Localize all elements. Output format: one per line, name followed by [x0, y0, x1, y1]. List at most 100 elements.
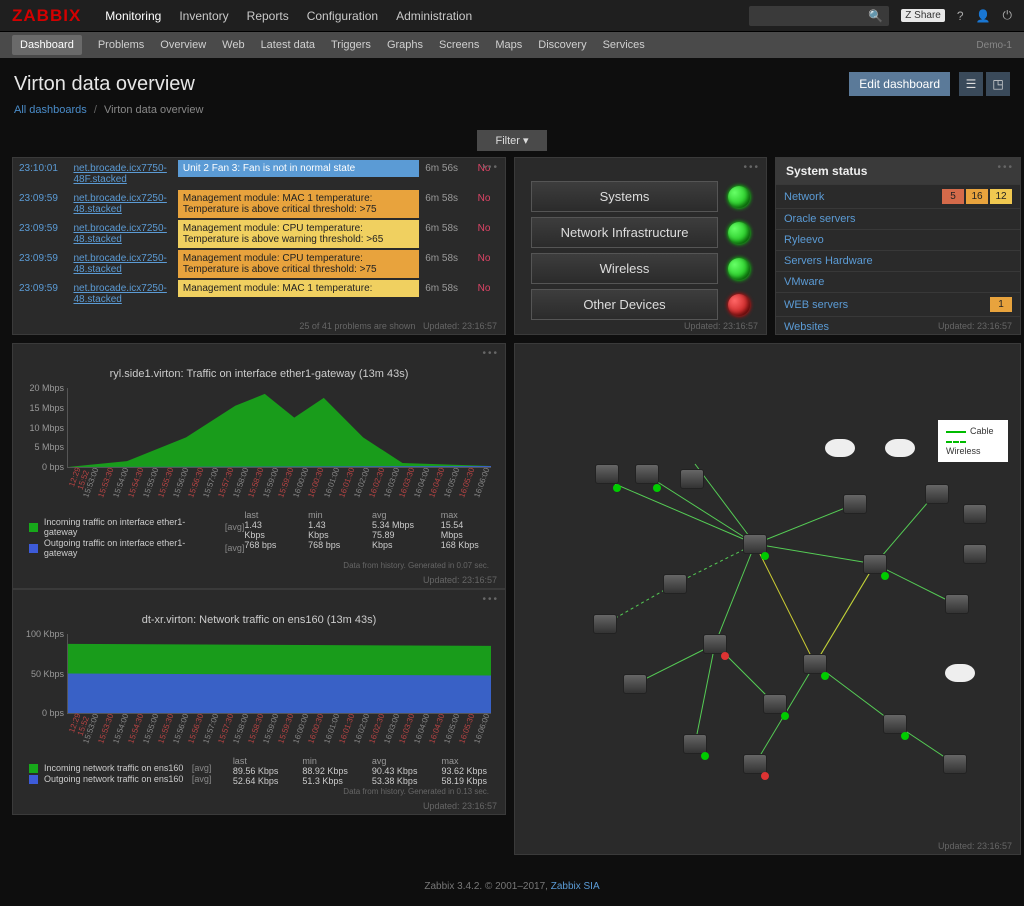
chart-stats: last89.56 Kbps52.64 Kbps min88.92 Kbps51… [233, 756, 487, 786]
search-input[interactable]: 🔍 [749, 6, 889, 26]
network-map-panel: ••• [514, 343, 1021, 855]
hostgroup-button[interactable]: Other Devices [531, 289, 718, 320]
subnav-item[interactable]: Services [603, 39, 645, 51]
subnav-item[interactable]: Screens [439, 39, 479, 51]
edit-dashboard-button[interactable]: Edit dashboard [849, 72, 950, 96]
logo[interactable]: ZABBIX [12, 6, 81, 26]
topnav-item[interactable]: Configuration [307, 9, 378, 23]
panel-menu-icon[interactable]: ••• [482, 348, 499, 359]
status-badge[interactable]: 12 [990, 189, 1012, 204]
device-node[interactable] [683, 734, 707, 754]
panel-menu-icon[interactable]: ••• [482, 594, 499, 605]
subnav-item[interactable]: Graphs [387, 39, 423, 51]
chart-note: Data from history. Generated in 0.13 sec… [19, 787, 489, 796]
device-node[interactable] [803, 654, 827, 674]
status-badge[interactable]: 16 [966, 189, 988, 204]
problem-row[interactable]: 23:09:59net.brocade.icx7250-48.stackedMa… [15, 220, 503, 248]
chart-area: 0 bps5 Mbps10 Mbps15 Mbps20 Mbps [67, 388, 491, 468]
cloud-icon [825, 439, 855, 457]
hostgroup-row: Wireless [531, 253, 750, 284]
footer-link[interactable]: Zabbix SIA [551, 881, 600, 892]
panel-menu-icon[interactable]: ••• [482, 162, 499, 173]
user-icon[interactable]: 👤 [976, 9, 991, 23]
panel-menu-icon[interactable]: ••• [997, 162, 1014, 173]
panel-footer: Updated: 23:16:57 [938, 321, 1012, 331]
device-node[interactable] [925, 484, 949, 504]
sub-nav: Dashboard Problems Overview Web Latest data T… [0, 32, 1024, 58]
status-link[interactable]: WEB servers [784, 299, 990, 311]
power-icon[interactable]: ⏻ [1003, 8, 1013, 23]
device-node[interactable] [595, 464, 619, 484]
share-button[interactable]: Z Share [901, 9, 945, 22]
filter-row: Filter ▾ [0, 130, 1024, 151]
subnav-item[interactable]: Problems [98, 39, 144, 51]
status-light-icon [728, 186, 750, 208]
status-badge[interactable]: 1 [990, 297, 1012, 312]
status-link[interactable]: VMware [784, 276, 1012, 288]
device-node[interactable] [945, 594, 969, 614]
problem-row[interactable]: 23:09:59net.brocade.icx7250-48.stackedMa… [15, 280, 503, 308]
hostgroup-button[interactable]: Network Infrastructure [531, 217, 718, 248]
panel-footer: Updated: 23:16:57 [938, 841, 1012, 851]
top-actions: 🔍 Z Share ? 👤 ⏻ [749, 6, 1012, 26]
device-node[interactable] [680, 469, 704, 489]
hostgroup-button[interactable]: Wireless [531, 253, 718, 284]
status-badge[interactable]: 5 [942, 189, 964, 204]
subnav-item[interactable]: Maps [495, 39, 522, 51]
cloud-icon [885, 439, 915, 457]
device-node[interactable] [703, 634, 727, 654]
network-map[interactable]: Cable Wireless [515, 344, 1020, 854]
topnav-item[interactable]: Inventory [179, 9, 228, 23]
problem-row[interactable]: 23:10:01net.brocade.icx7750-48F.stackedU… [15, 160, 503, 188]
device-node[interactable] [963, 544, 987, 564]
device-node[interactable] [743, 754, 767, 774]
subnav-item[interactable]: Latest data [261, 39, 315, 51]
demo-label: Demo-1 [976, 40, 1012, 51]
filter-button[interactable]: Filter ▾ [477, 130, 546, 151]
panel-footer: Updated: 23:16:57 [684, 321, 758, 331]
subnav-item[interactable]: Dashboard [12, 35, 82, 55]
topnav-item[interactable]: Administration [396, 9, 472, 23]
subnav-item[interactable]: Overview [160, 39, 206, 51]
hostgroups-panel: ••• Systems Network Infrastructure Wireles… [514, 157, 767, 335]
device-node[interactable] [593, 614, 617, 634]
device-node[interactable] [843, 494, 867, 514]
device-node[interactable] [863, 554, 887, 574]
device-node[interactable] [963, 504, 987, 524]
status-light-icon [728, 258, 750, 280]
device-node[interactable] [943, 754, 967, 774]
device-node[interactable] [623, 674, 647, 694]
breadcrumb-current: Virton data overview [104, 104, 203, 116]
panel-menu-icon[interactable]: ••• [743, 162, 760, 173]
search-icon: 🔍 [868, 9, 883, 23]
status-light-icon [728, 294, 750, 316]
list-icon[interactable]: ☰ [959, 72, 983, 96]
subnav-item[interactable]: Discovery [538, 39, 586, 51]
status-link[interactable]: Network [784, 191, 942, 203]
topnav-item[interactable]: Monitoring [105, 9, 161, 23]
breadcrumb: All dashboards / Virton data overview [0, 104, 1024, 124]
device-node[interactable] [743, 534, 767, 554]
fullscreen-icon[interactable]: ◳ [986, 72, 1010, 96]
status-link[interactable]: Oracle servers [784, 213, 1012, 225]
system-status-panel: ••• System status Network51612Oracle ser… [775, 157, 1021, 335]
hostgroup-row: Other Devices [531, 289, 750, 320]
device-node[interactable] [663, 574, 687, 594]
topnav-item[interactable]: Reports [247, 9, 289, 23]
help-icon[interactable]: ? [957, 9, 964, 23]
device-node[interactable] [883, 714, 907, 734]
hostgroup-button[interactable]: Systems [531, 181, 718, 212]
subnav-item[interactable]: Web [222, 39, 244, 51]
subnav-item[interactable]: Triggers [331, 39, 371, 51]
problem-row[interactable]: 23:09:59net.brocade.icx7250-48.stackedMa… [15, 190, 503, 218]
status-link[interactable]: Servers Hardware [784, 255, 1012, 267]
panel-footer: Updated: 23:16:57 [423, 575, 497, 585]
device-node[interactable] [763, 694, 787, 714]
breadcrumb-root[interactable]: All dashboards [14, 104, 87, 116]
status-link[interactable]: Ryleevo [784, 234, 1012, 246]
status-row: Oracle servers [776, 208, 1020, 229]
chart-panel: ••• ryl.side1.virton: Traffic on interfa… [12, 343, 506, 589]
problem-row[interactable]: 23:09:59net.brocade.icx7250-48.stackedMa… [15, 250, 503, 278]
chart-xticks: 12:29 15:5215:53:0015:53:3015:54:0015:54… [67, 468, 491, 506]
device-node[interactable] [635, 464, 659, 484]
